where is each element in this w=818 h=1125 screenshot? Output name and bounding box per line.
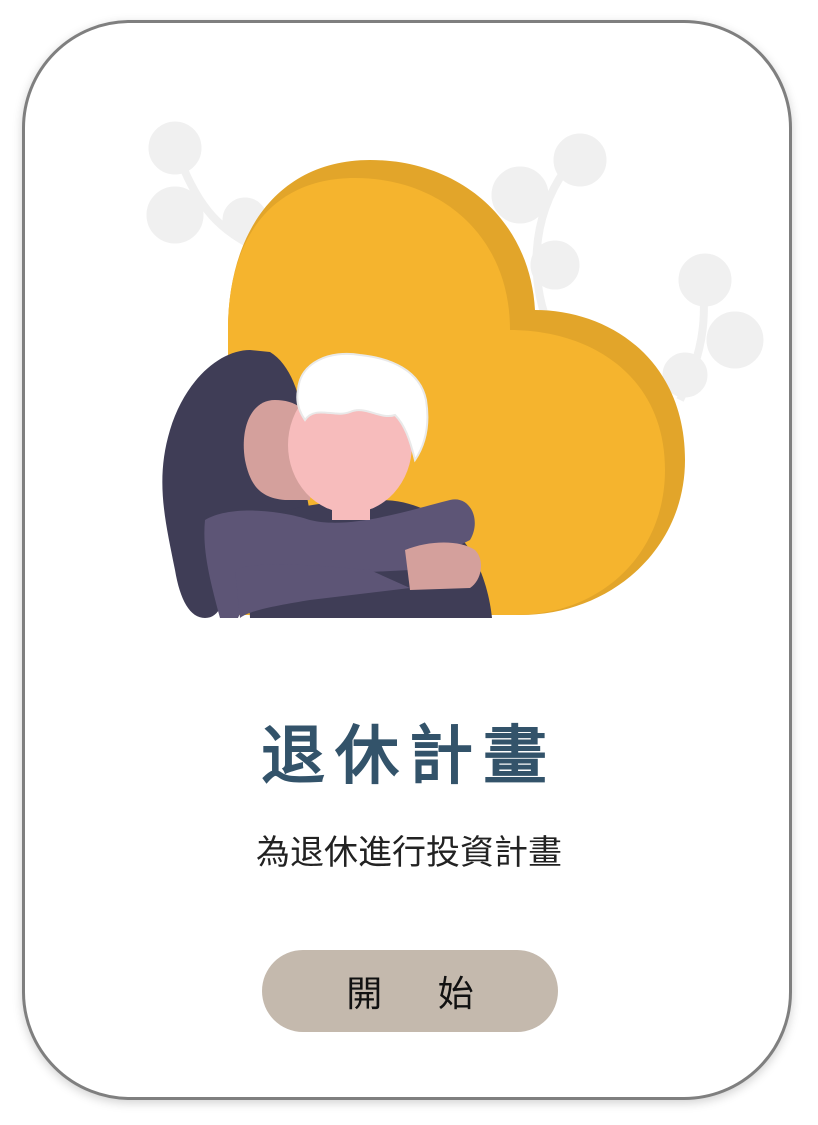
retirement-illustration (146, 121, 764, 618)
woman-hand (405, 542, 482, 590)
page-title: 退休計畫 (261, 720, 557, 794)
man-neck (332, 495, 370, 520)
page-subtitle: 為退休進行投資計畫 (256, 833, 562, 873)
start-button[interactable]: 開 始 (262, 950, 558, 1032)
